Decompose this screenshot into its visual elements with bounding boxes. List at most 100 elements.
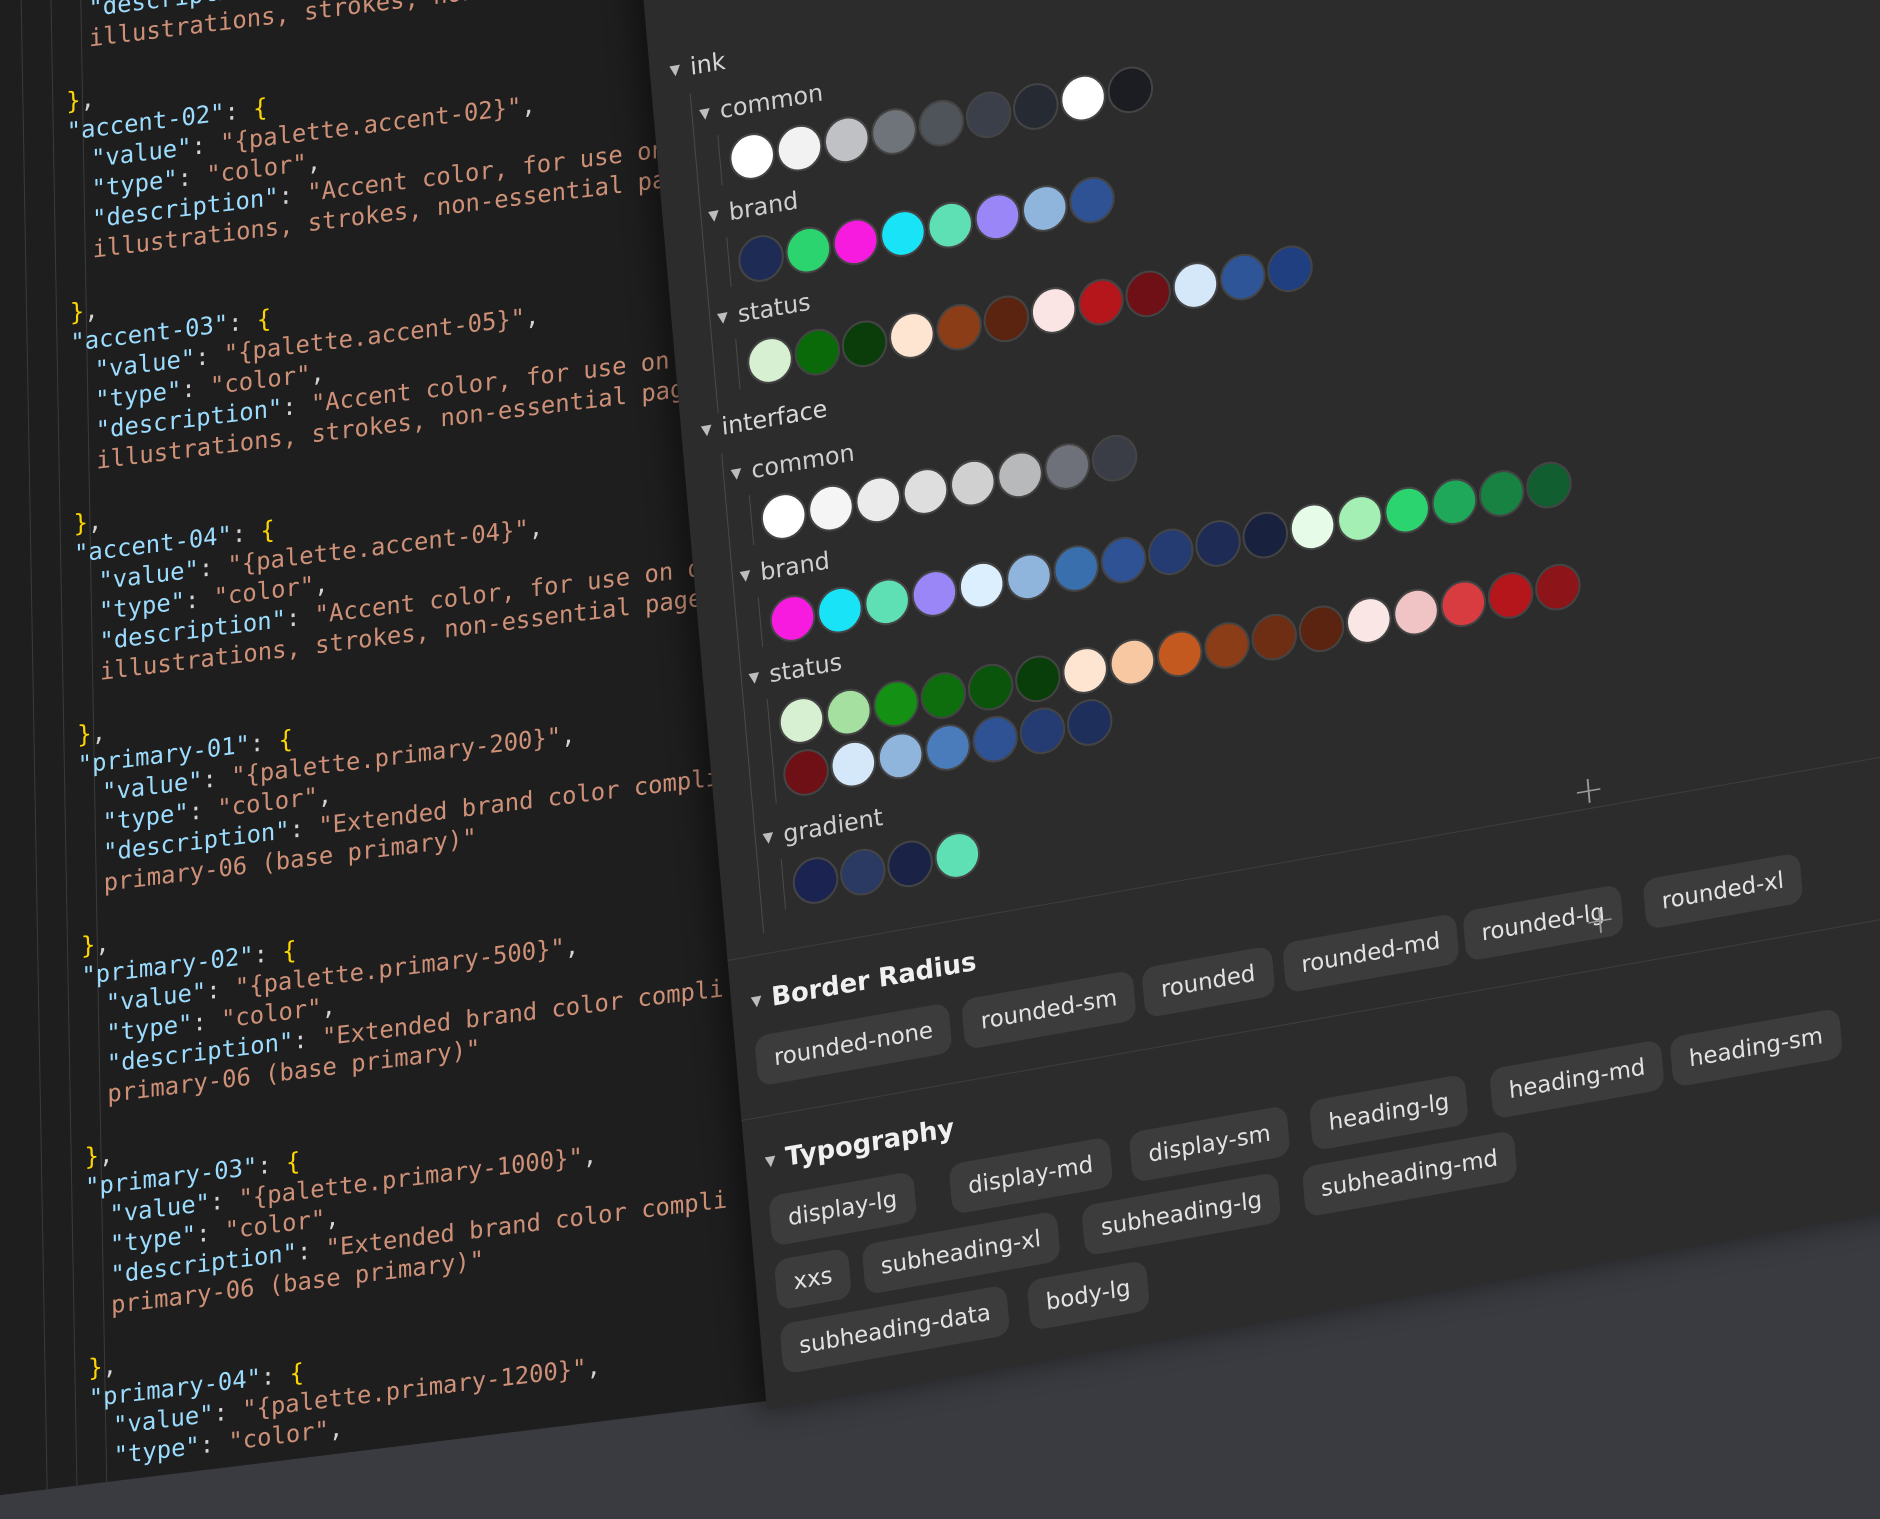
interface-common-swatch[interactable]: [1042, 439, 1092, 494]
interface-status-swatch[interactable]: [1533, 560, 1583, 615]
ink-brand-swatch[interactable]: [1020, 181, 1070, 236]
subgroup-ink-brand[interactable]: ▼ brand: [707, 186, 800, 230]
ink-status-swatch[interactable]: [934, 300, 984, 355]
ink-status-swatch[interactable]: [1076, 275, 1126, 330]
interface-status-swatch[interactable]: [875, 728, 926, 783]
subgroup-interface-brand[interactable]: ▼ brand: [739, 546, 831, 590]
interface-status-swatch[interactable]: [1202, 618, 1252, 673]
interface-brand-swatch[interactable]: [1382, 483, 1432, 538]
interface-brand-swatch[interactable]: [1335, 491, 1385, 546]
ink-common-swatch[interactable]: [1105, 62, 1156, 117]
subgroup-interface-common[interactable]: ▼ common: [730, 438, 855, 488]
interface-status-swatch[interactable]: [1065, 695, 1115, 750]
interface-status-swatch[interactable]: [1060, 643, 1110, 698]
interface-status-swatch[interactable]: [970, 712, 1020, 767]
ink-common-swatch[interactable]: [963, 87, 1014, 142]
interface-gradient-swatch[interactable]: [838, 845, 888, 900]
interface-gradient-swatch[interactable]: [790, 853, 841, 908]
interface-status-swatch[interactable]: [1391, 585, 1441, 640]
plus-icon[interactable]: +: [1582, 895, 1617, 945]
ink-common-swatch[interactable]: [916, 96, 966, 151]
ink-common-swatch[interactable]: [1058, 71, 1108, 126]
interface-gradient-swatch[interactable]: [885, 836, 935, 891]
interface-status-swatch[interactable]: [1249, 610, 1299, 665]
ink-status-swatch[interactable]: [1170, 258, 1221, 313]
subgroup-ink-status[interactable]: ▼ status: [716, 288, 812, 332]
ink-brand-swatch[interactable]: [830, 214, 881, 269]
ink-common-swatch[interactable]: [822, 112, 872, 167]
ink-brand-swatch[interactable]: [878, 206, 928, 261]
interface-status-swatch[interactable]: [1485, 568, 1536, 623]
interface-common-swatch[interactable]: [948, 456, 998, 511]
typography-chip[interactable]: display-lg: [768, 1171, 917, 1247]
typography-chip[interactable]: heading-lg: [1308, 1073, 1470, 1152]
ink-common-swatch[interactable]: [1011, 79, 1061, 134]
interface-brand-swatch[interactable]: [1193, 516, 1243, 571]
interface-brand-swatch[interactable]: [1098, 533, 1149, 588]
ink-status-swatch[interactable]: [1265, 241, 1315, 296]
ink-status-swatch[interactable]: [1029, 283, 1079, 338]
typography-chip[interactable]: display-sm: [1128, 1105, 1291, 1183]
border-radius-chip[interactable]: rounded-xl: [1641, 852, 1804, 930]
interface-status-swatch[interactable]: [1107, 635, 1158, 690]
interface-common-swatch[interactable]: [900, 464, 951, 519]
interface-status-swatch[interactable]: [781, 745, 831, 800]
interface-status-swatch[interactable]: [824, 685, 874, 740]
group-interface[interactable]: ▼ interface: [700, 394, 829, 444]
ink-brand-swatch[interactable]: [736, 231, 786, 286]
interface-gradient-swatch[interactable]: [932, 828, 983, 883]
ink-status-swatch[interactable]: [1218, 250, 1268, 305]
border-radius-chip[interactable]: rounded-sm: [960, 969, 1137, 1051]
interface-brand-swatch[interactable]: [1146, 524, 1196, 579]
ink-common-swatch[interactable]: [727, 129, 777, 184]
interface-status-swatch[interactable]: [923, 720, 973, 775]
ink-brand-swatch[interactable]: [925, 198, 975, 253]
interface-brand-swatch[interactable]: [957, 558, 1007, 613]
interface-status-swatch[interactable]: [871, 676, 921, 731]
interface-brand-swatch[interactable]: [1051, 541, 1101, 596]
interface-status-swatch[interactable]: [1296, 601, 1347, 656]
ink-status-swatch[interactable]: [1123, 266, 1173, 321]
interface-common-swatch[interactable]: [853, 472, 903, 527]
typography-chip[interactable]: heading-sm: [1669, 1007, 1843, 1088]
interface-brand-swatch[interactable]: [1429, 474, 1480, 529]
typography-chip[interactable]: subheading-lg: [1081, 1171, 1282, 1257]
typography-chip[interactable]: xxs: [773, 1247, 853, 1311]
interface-brand-swatch[interactable]: [1240, 508, 1290, 563]
interface-common-swatch[interactable]: [995, 447, 1045, 502]
group-ink[interactable]: ▼ ink: [668, 47, 727, 85]
interface-status-swatch[interactable]: [1013, 651, 1063, 706]
interface-brand-swatch[interactable]: [767, 591, 818, 646]
interface-status-swatch[interactable]: [918, 668, 969, 723]
interface-status-swatch[interactable]: [828, 737, 879, 792]
ink-status-swatch[interactable]: [887, 308, 937, 363]
interface-common-swatch[interactable]: [806, 481, 856, 536]
interface-common-swatch[interactable]: [759, 489, 809, 544]
interface-brand-swatch[interactable]: [909, 566, 960, 621]
interface-brand-swatch[interactable]: [1477, 466, 1527, 521]
ink-common-swatch[interactable]: [774, 121, 825, 176]
typography-chip[interactable]: display-md: [948, 1136, 1113, 1215]
interface-status-swatch[interactable]: [776, 693, 827, 748]
ink-status-swatch[interactable]: [839, 316, 890, 371]
border-radius-chip[interactable]: rounded-md: [1281, 912, 1461, 994]
section-typography[interactable]: ▼ Typography: [764, 1113, 955, 1176]
ink-brand-swatch[interactable]: [783, 223, 834, 278]
interface-brand-swatch[interactable]: [1287, 499, 1338, 554]
subgroup-interface-status[interactable]: ▼ status: [748, 648, 843, 692]
ink-status-swatch[interactable]: [792, 325, 842, 380]
interface-status-swatch[interactable]: [1017, 703, 1068, 758]
ink-status-swatch[interactable]: [981, 291, 1032, 346]
interface-status-swatch[interactable]: [1438, 576, 1488, 631]
interface-status-swatch[interactable]: [1344, 593, 1394, 648]
subgroup-interface-gradient[interactable]: ▼ gradient: [762, 803, 884, 852]
ink-status-swatch[interactable]: [745, 333, 795, 388]
interface-status-swatch[interactable]: [1155, 626, 1205, 681]
interface-status-swatch[interactable]: [965, 660, 1016, 715]
typography-chip[interactable]: heading-md: [1489, 1039, 1666, 1120]
ink-brand-swatch[interactable]: [1067, 173, 1117, 228]
interface-brand-swatch[interactable]: [862, 574, 912, 629]
border-radius-chip[interactable]: rounded-none: [754, 1002, 953, 1087]
interface-brand-swatch[interactable]: [815, 583, 865, 638]
ink-brand-swatch[interactable]: [972, 189, 1023, 244]
